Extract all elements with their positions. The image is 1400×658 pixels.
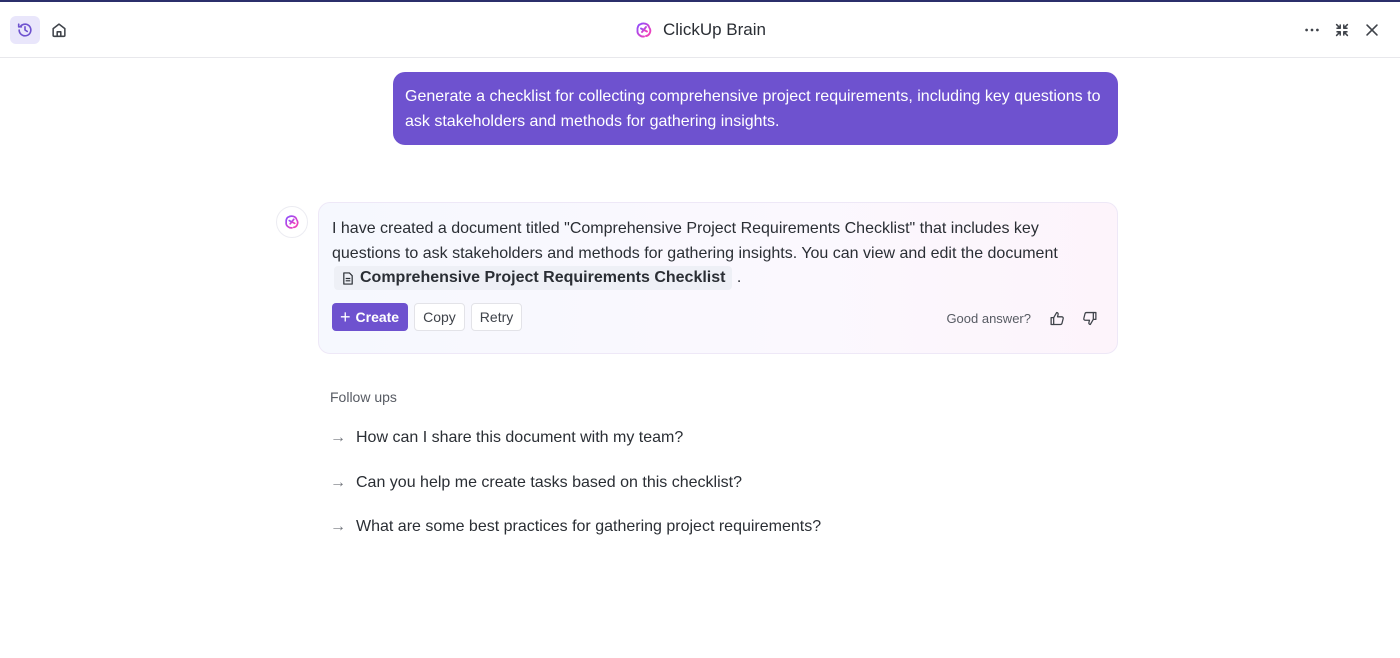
followup-text: What are some best practices for gatheri…: [356, 518, 822, 535]
followup-item[interactable]: → What are some best practices for gathe…: [330, 518, 821, 536]
thumbs-down-button[interactable]: [1077, 307, 1101, 329]
followup-text: Can you help me create tasks based on th…: [356, 474, 742, 491]
arrow-right-icon: →: [330, 429, 346, 446]
followup-item[interactable]: → Can you help me create tasks based on …: [330, 474, 742, 492]
history-icon: [17, 23, 32, 37]
home-icon: [52, 23, 66, 38]
brain-logo-icon: [634, 20, 654, 40]
page-title: ClickUp Brain: [663, 19, 766, 39]
close-button[interactable]: [1358, 16, 1386, 44]
followup-text: How can I share this document with my te…: [356, 429, 684, 446]
header-right-actions: [1298, 16, 1386, 44]
answer-actions: + Create Copy Retry: [332, 303, 523, 331]
feedback-label: Good answer?: [946, 310, 1031, 326]
thumbs-up-icon: [1049, 311, 1064, 325]
document-icon: [343, 271, 353, 285]
header-left-actions: [10, 16, 74, 44]
user-message-bubble: Generate a checklist for collecting comp…: [393, 72, 1118, 145]
home-button[interactable]: [44, 16, 74, 44]
more-icon: [1305, 28, 1319, 32]
answer-text: I have created a document titled "Compre…: [332, 217, 1104, 291]
followups-heading: Follow ups: [330, 389, 397, 405]
header-title-group: ClickUp Brain: [634, 20, 766, 40]
more-options-button[interactable]: [1298, 16, 1326, 44]
plus-icon: +: [340, 307, 351, 327]
thumbs-down-icon: [1082, 311, 1097, 325]
close-icon: [1366, 24, 1378, 36]
thumbs-up-button[interactable]: [1045, 307, 1069, 329]
answer-feedback: Good answer?: [946, 307, 1101, 329]
arrow-right-icon: →: [330, 474, 346, 491]
brain-logo-icon: [285, 215, 299, 229]
brain-avatar: [276, 206, 308, 238]
arrow-right-icon: →: [330, 518, 346, 535]
header-bar: ClickUp Brain: [0, 2, 1400, 58]
copy-button[interactable]: Copy: [414, 303, 465, 331]
retry-button[interactable]: Retry: [470, 303, 523, 331]
answer-body: I have created a document titled "Compre…: [332, 220, 1058, 262]
collapse-button[interactable]: [1328, 16, 1356, 44]
create-button[interactable]: + Create: [332, 303, 409, 331]
answer-trailing: .: [736, 269, 742, 287]
history-button[interactable]: [10, 16, 40, 44]
create-button-label: Create: [355, 309, 400, 325]
brain-answer-card: I have created a document titled "Compre…: [318, 202, 1118, 354]
followup-item[interactable]: → How can I share this document with my …: [330, 429, 683, 447]
document-link[interactable]: Comprehensive Project Requirements Check…: [334, 266, 733, 290]
document-link-label: Comprehensive Project Requirements Check…: [360, 268, 726, 286]
collapse-icon: [1335, 23, 1349, 37]
